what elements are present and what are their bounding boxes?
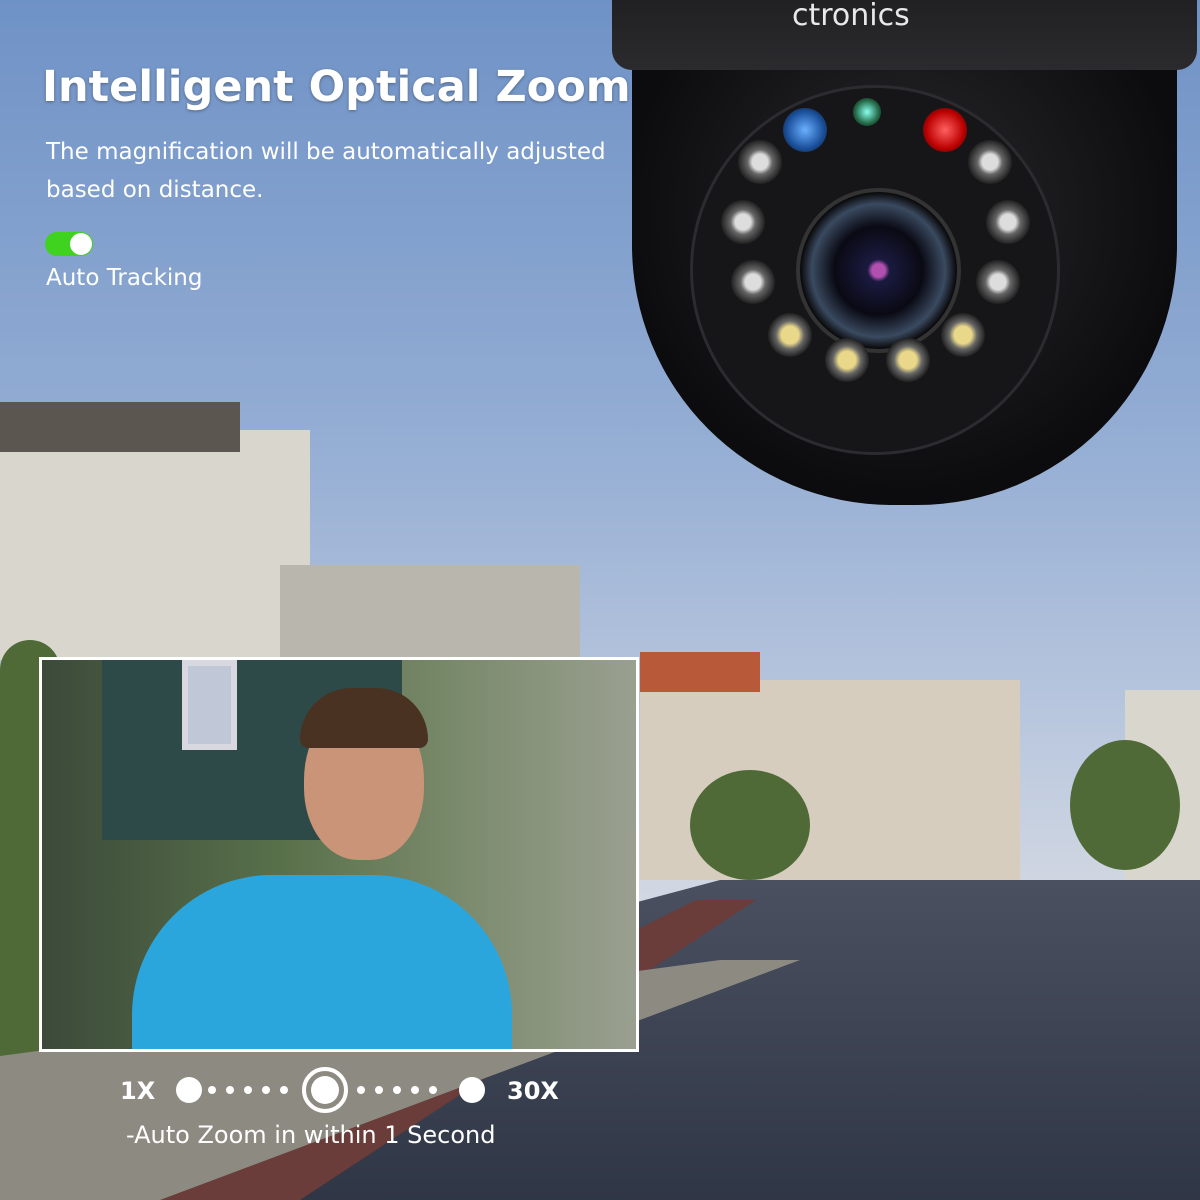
subtitle: The magnification will be automatically … (46, 139, 606, 203)
red-light (923, 108, 967, 152)
tree (1070, 740, 1180, 870)
window (182, 660, 237, 750)
headline: Intelligent Optical Zoom (42, 62, 631, 112)
house-roof (640, 652, 760, 692)
blue-light (783, 108, 827, 152)
zoom-step-dot (393, 1086, 401, 1094)
zoomed-inset-photo (39, 657, 639, 1052)
white-led (825, 338, 869, 382)
house (280, 565, 580, 665)
ir-led (721, 200, 765, 244)
runner-shirt (132, 875, 512, 1049)
house (0, 430, 310, 660)
white-led (941, 313, 985, 357)
zoom-step-dot (226, 1086, 234, 1094)
ir-led (968, 140, 1012, 184)
caption: -Auto Zoom in within 1 Second (126, 1121, 496, 1149)
toggle-knob (70, 233, 92, 255)
zoom-step-dot (208, 1086, 216, 1094)
house-roof (0, 402, 240, 452)
zoom-step-dot (280, 1086, 288, 1094)
zoom-min-dot (176, 1077, 202, 1103)
zoom-step-dot (429, 1086, 437, 1094)
zoom-max-dot (459, 1077, 485, 1103)
brand-logo: ctronics (792, 0, 910, 33)
ir-led (731, 260, 775, 304)
ir-led (976, 260, 1020, 304)
auto-tracking-label: Auto Tracking (46, 265, 203, 291)
white-led (886, 338, 930, 382)
camera-lens (796, 188, 961, 353)
zoom-step-dot (357, 1086, 365, 1094)
ir-led (738, 140, 782, 184)
ir-led (986, 200, 1030, 244)
indicator-light (853, 98, 881, 126)
zoom-step-dot (375, 1086, 383, 1094)
zoom-slider[interactable]: 1X 30X (120, 1067, 570, 1113)
ptz-camera: ctronics (612, 0, 1197, 505)
tree (690, 770, 810, 880)
white-led (768, 313, 812, 357)
auto-tracking-toggle[interactable] (45, 232, 93, 256)
zoom-max-label: 30X (507, 1077, 559, 1105)
zoom-step-dot (244, 1086, 252, 1094)
zoom-slider-handle[interactable] (302, 1067, 348, 1113)
camera-cap: ctronics (612, 0, 1197, 70)
zoom-step-dot (411, 1086, 419, 1094)
camera-face (690, 85, 1060, 455)
zoom-min-label: 1X (120, 1077, 156, 1105)
zoom-step-dot (262, 1086, 270, 1094)
